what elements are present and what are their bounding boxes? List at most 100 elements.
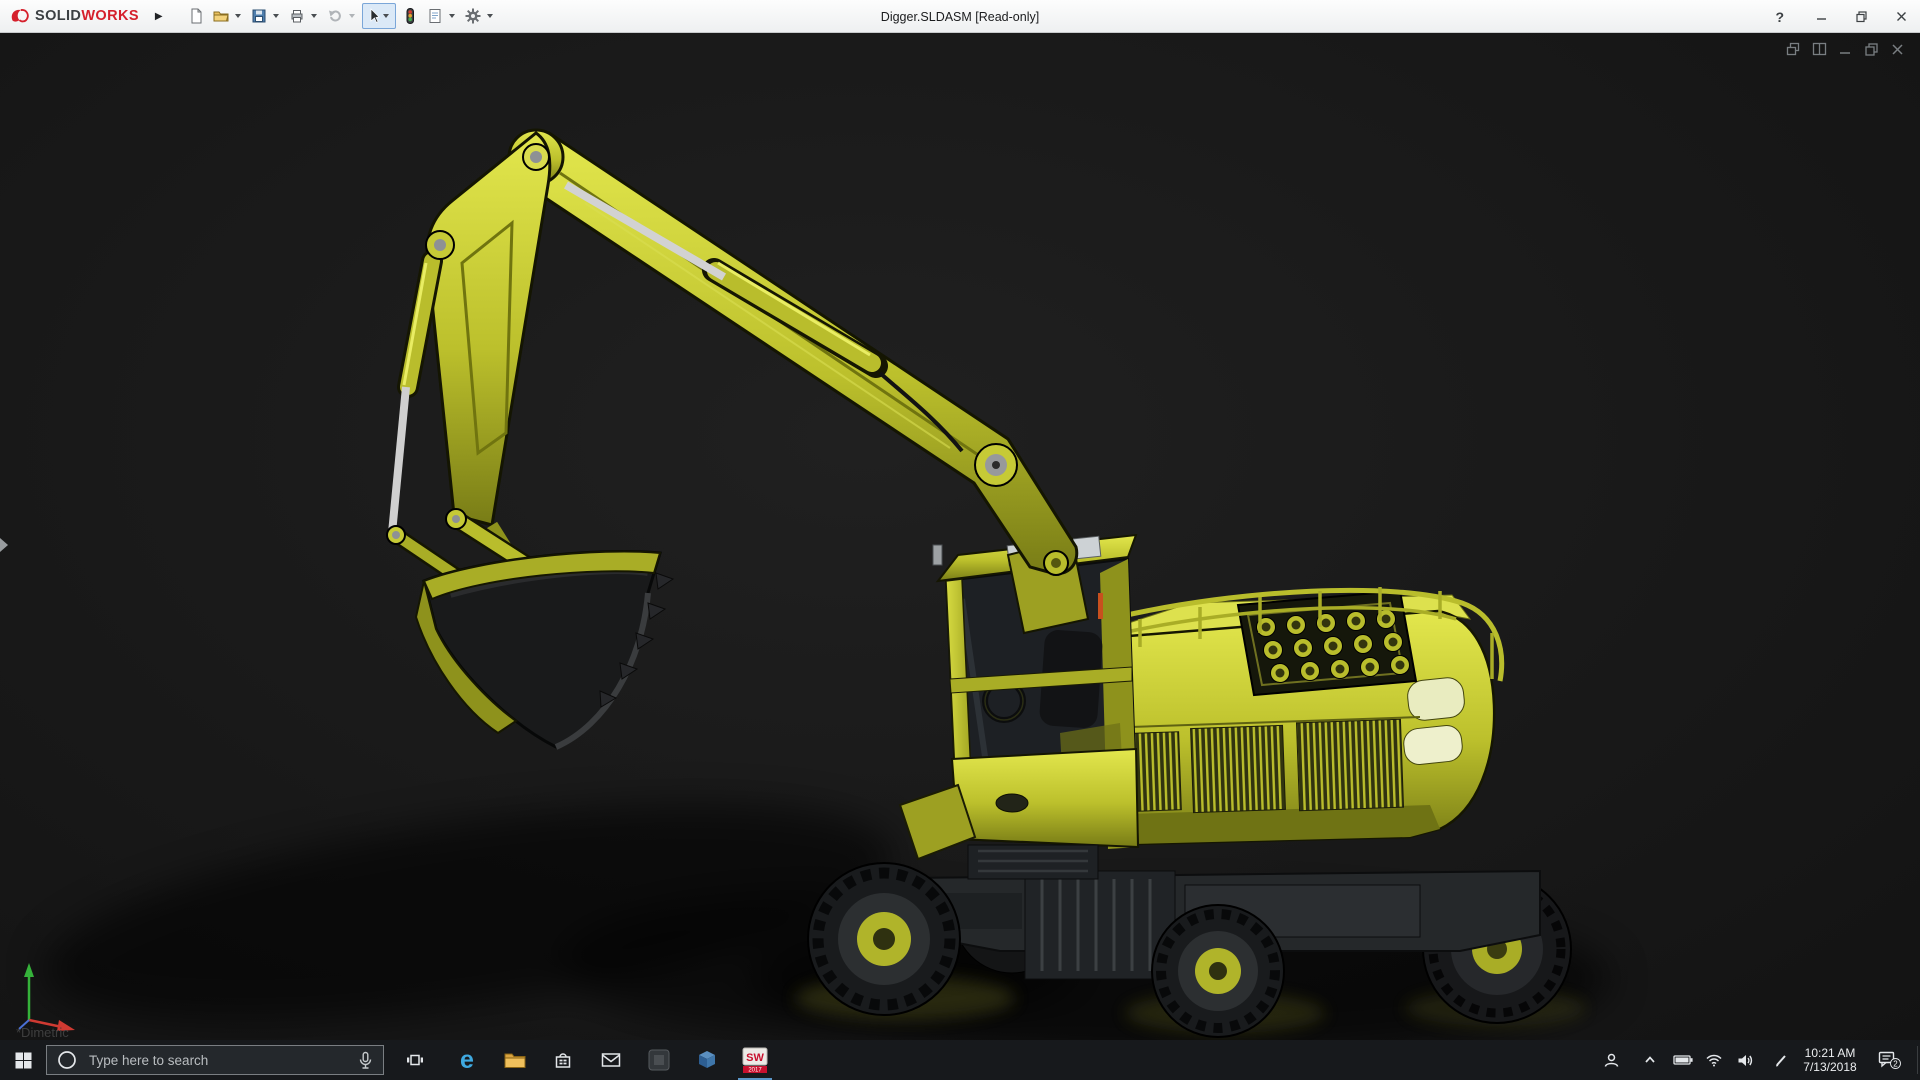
people-button[interactable] — [1594, 1040, 1628, 1080]
boom-arm[interactable] — [509, 130, 1077, 575]
solidworks-taskbar-button[interactable]: SW 2017 — [731, 1040, 779, 1080]
minimize-icon — [1815, 10, 1828, 23]
logo-wordmark: SOLIDWORKS — [35, 8, 139, 24]
rebuild-traffic-light-icon — [401, 7, 419, 25]
close-button[interactable] — [1888, 5, 1914, 29]
undo-icon — [326, 7, 344, 25]
wifi-icon — [1705, 1053, 1723, 1067]
undo-button[interactable] — [324, 4, 346, 28]
minimize-button[interactable] — [1808, 5, 1834, 29]
cortana-icon — [57, 1050, 77, 1070]
select-dropdown-caret[interactable] — [383, 14, 389, 18]
app-dark-button[interactable] — [635, 1040, 683, 1080]
rebuild-button[interactable] — [399, 4, 421, 28]
restore-icon — [1855, 10, 1868, 23]
close-icon — [1895, 10, 1908, 23]
doc-close-button[interactable] — [1889, 41, 1906, 58]
help-button[interactable]: ? — [1775, 9, 1794, 25]
solidworks-logo[interactable]: SOLIDWORKS — [8, 6, 139, 26]
volume-button[interactable] — [1728, 1040, 1762, 1080]
start-button[interactable] — [0, 1040, 46, 1080]
file-explorer-button[interactable] — [491, 1040, 539, 1080]
open-button[interactable] — [210, 4, 232, 28]
doc-minimize-button[interactable] — [1837, 41, 1854, 58]
doc-cascade-button[interactable] — [1785, 41, 1802, 58]
search-input[interactable] — [77, 1053, 358, 1068]
app-cube-button[interactable] — [683, 1040, 731, 1080]
chevron-up-icon — [1643, 1053, 1657, 1067]
quick-access-toolbar — [185, 3, 497, 29]
excavator-model[interactable] — [0, 33, 1920, 1040]
solidworks-app-icon: SW 2017 — [742, 1047, 768, 1074]
pen-button[interactable] — [1766, 1040, 1796, 1080]
document-window-controls — [1785, 41, 1906, 58]
taskbar-search[interactable] — [46, 1045, 384, 1075]
svg-text:2017: 2017 — [748, 1067, 762, 1073]
clock[interactable]: 10:21 AM 7/13/2018 — [1794, 1040, 1866, 1080]
options-gear-icon — [464, 7, 482, 25]
people-icon — [1603, 1052, 1620, 1069]
bucket[interactable] — [416, 551, 673, 747]
open-dropdown-caret[interactable] — [235, 14, 241, 18]
store-bag-icon — [553, 1050, 573, 1070]
file-properties-button[interactable] — [424, 4, 446, 28]
edge-browser-button[interactable]: e — [443, 1040, 491, 1080]
menu-expand-arrow-icon[interactable]: ▶ — [155, 11, 163, 22]
svg-text:SW: SW — [746, 1052, 764, 1064]
feature-panel-collapse-arrow-icon[interactable] — [0, 538, 8, 552]
pen-icon — [1774, 1053, 1789, 1068]
network-button[interactable] — [1697, 1040, 1731, 1080]
tray-time: 10:21 AM — [1805, 1046, 1856, 1060]
ds-logo-icon — [8, 6, 30, 26]
save-icon — [250, 7, 268, 25]
battery-icon — [1673, 1053, 1694, 1067]
doc-restore-icon — [1864, 42, 1879, 57]
microphone-icon[interactable] — [358, 1051, 373, 1070]
title-bar: SOLIDWORKS ▶ — [0, 0, 1920, 33]
select-tool-button[interactable] — [362, 3, 396, 29]
dipper-linkage[interactable] — [387, 133, 551, 593]
mail-button[interactable] — [587, 1040, 635, 1080]
mail-envelope-icon — [601, 1052, 621, 1068]
new-document-button[interactable] — [185, 4, 207, 28]
notification-badge: 2 — [1893, 1059, 1898, 1068]
undo-dropdown-caret[interactable] — [349, 14, 355, 18]
print-button[interactable] — [286, 4, 308, 28]
dark-app-icon — [648, 1049, 670, 1071]
doc-tile-button[interactable] — [1811, 41, 1828, 58]
action-center-button[interactable]: 2 — [1868, 1040, 1910, 1080]
file-properties-dropdown-caret[interactable] — [449, 14, 455, 18]
options-dropdown-caret[interactable] — [487, 14, 493, 18]
cascade-icon — [1786, 42, 1801, 57]
open-folder-icon — [212, 7, 230, 25]
tray-date: 7/13/2018 — [1803, 1060, 1856, 1074]
doc-restore-button[interactable] — [1863, 41, 1880, 58]
save-button[interactable] — [248, 4, 270, 28]
battery-button[interactable] — [1666, 1040, 1700, 1080]
options-button[interactable] — [462, 4, 484, 28]
show-desktop-divider[interactable] — [1917, 1046, 1918, 1074]
file-explorer-icon — [504, 1051, 526, 1069]
cube-app-icon — [696, 1049, 718, 1071]
print-dropdown-caret[interactable] — [311, 14, 317, 18]
taskbar: e SW — [0, 1040, 1920, 1080]
window-title: Digger.SLDASM [Read-only] — [881, 0, 1039, 33]
doc-minimize-icon — [1838, 42, 1853, 57]
save-dropdown-caret[interactable] — [273, 14, 279, 18]
file-properties-icon — [426, 7, 444, 25]
edge-icon: e — [460, 1048, 474, 1073]
speaker-icon — [1737, 1053, 1754, 1068]
window-controls: ? — [1775, 0, 1914, 33]
select-cursor-icon — [365, 7, 383, 25]
task-view-icon — [406, 1052, 424, 1068]
graphics-viewport[interactable]: *Dimetric — [0, 33, 1920, 1040]
windows-logo-icon — [15, 1052, 32, 1069]
restore-button[interactable] — [1848, 5, 1874, 29]
print-icon — [288, 7, 306, 25]
new-document-icon — [187, 7, 205, 25]
tray-overflow-button[interactable] — [1633, 1040, 1667, 1080]
task-view-button[interactable] — [391, 1040, 439, 1080]
store-button[interactable] — [539, 1040, 587, 1080]
doc-close-icon — [1890, 42, 1905, 57]
action-center-icon: 2 — [1878, 1050, 1901, 1070]
